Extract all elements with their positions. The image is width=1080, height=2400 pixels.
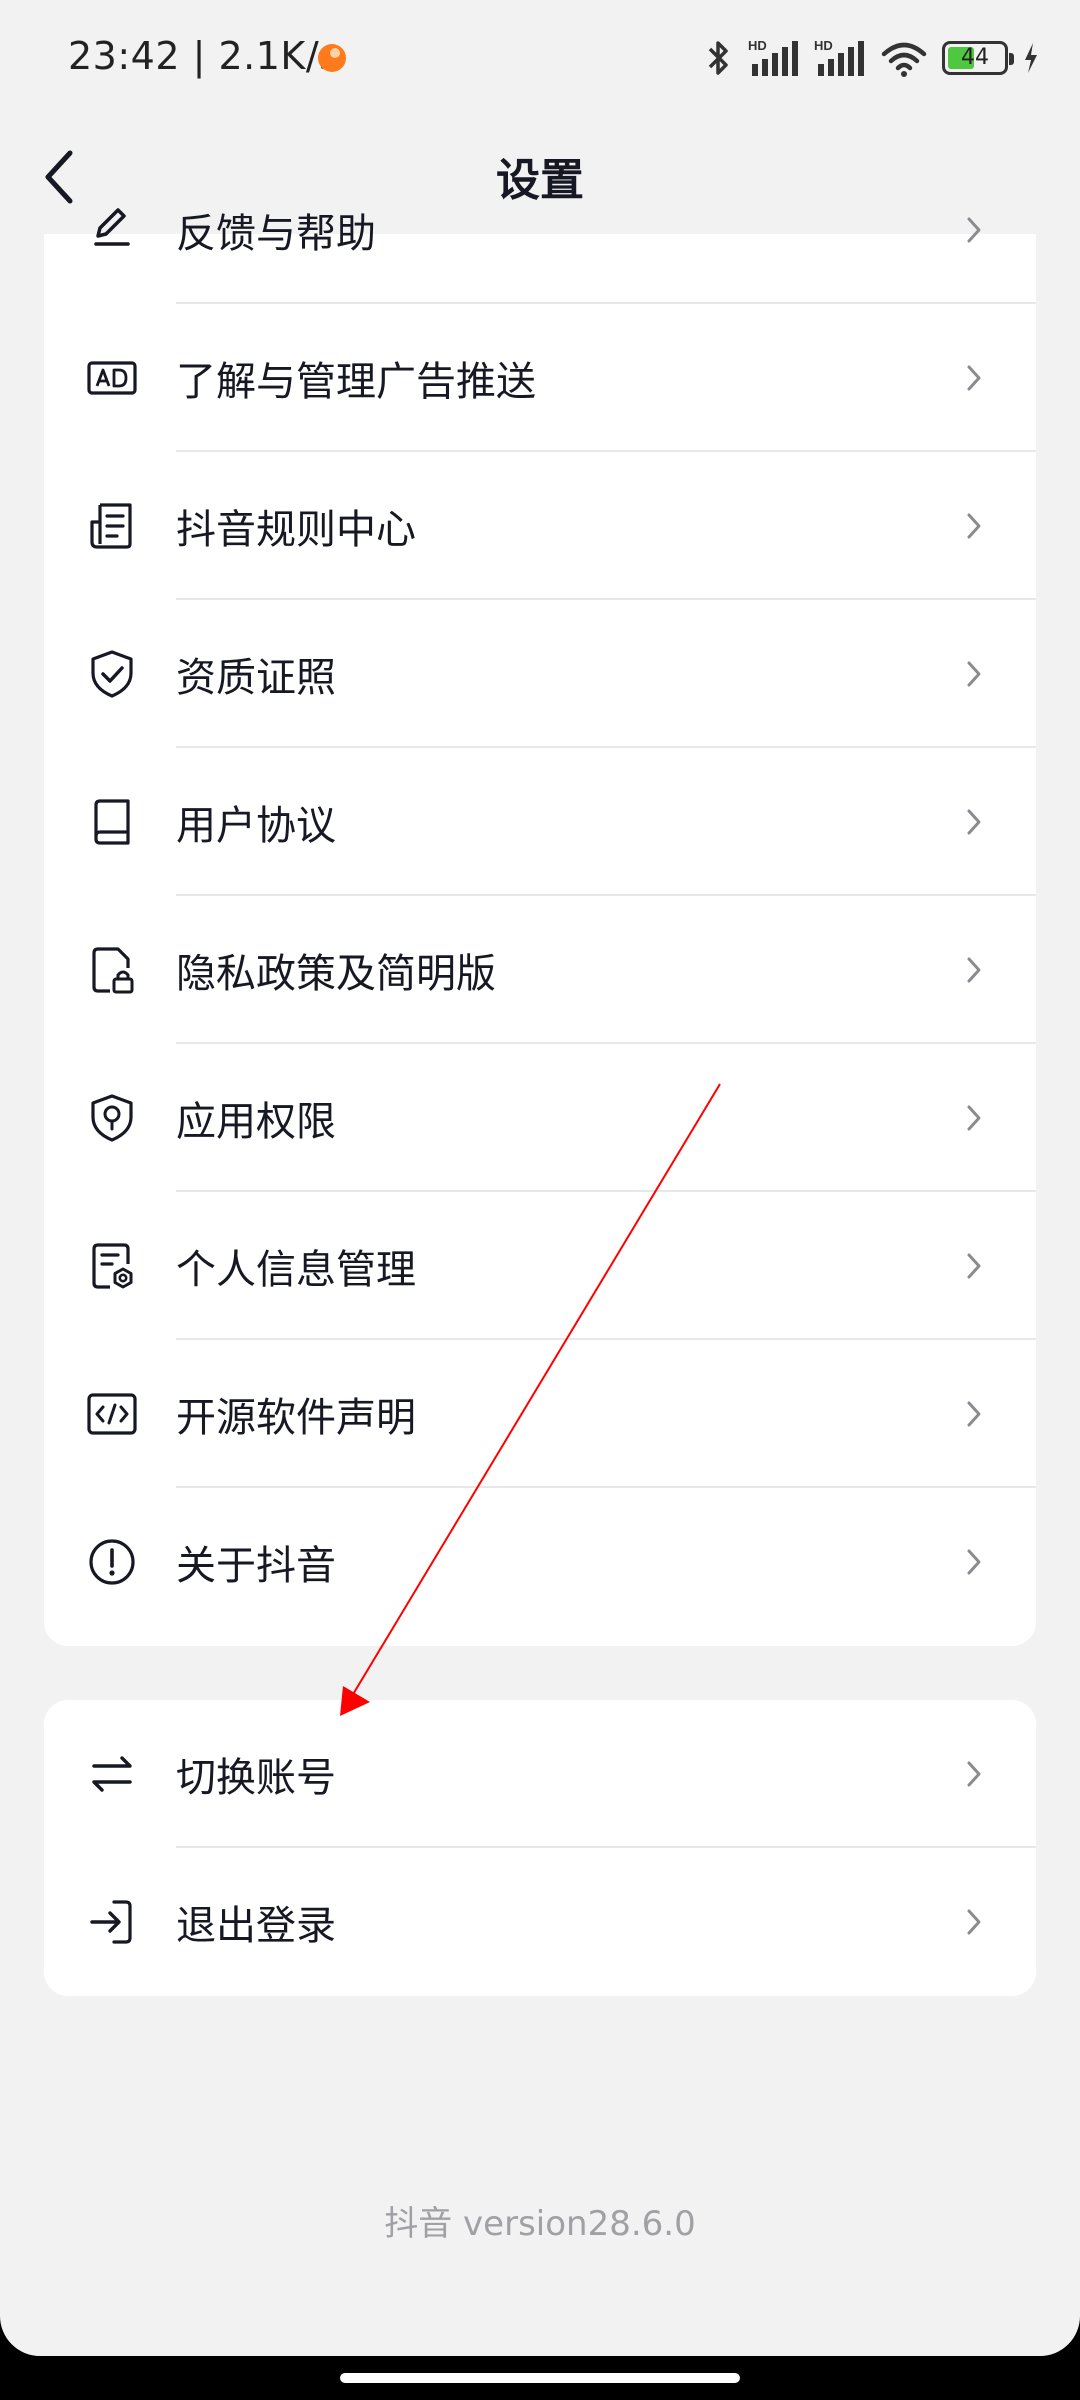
logout-icon: [90, 1900, 132, 1944]
signal-icon-2: HD: [814, 38, 864, 76]
feedback-icon: [94, 208, 130, 246]
book-icon: [94, 799, 130, 845]
settings-row-app-permissions[interactable]: 应用权限: [44, 1044, 1036, 1192]
settings-card: 反馈与帮助 了解与管理广告推送 抖音规则中心 资质证照 用户协议 隐私政策及简明…: [44, 208, 1036, 1646]
chevron-right-icon: [967, 957, 981, 983]
settings-row-label: 用户协议: [176, 803, 336, 849]
settings-row-label: 应用权限: [176, 1099, 336, 1145]
file-gear-icon: [92, 1243, 133, 1289]
signal-hd-label-2: HD: [814, 38, 833, 53]
chevron-right-icon: [967, 1549, 981, 1575]
settings-row-about[interactable]: 关于抖音: [44, 1488, 1036, 1636]
ad-icon: [87, 361, 137, 395]
chevron-right-icon: [967, 809, 981, 835]
settings-row-label: 切换账号: [176, 1755, 336, 1801]
settings-row-ad-management[interactable]: 了解与管理广告推送: [44, 304, 1036, 452]
status-bar: 23:42 | 2.1K/s HD HD 44: [0, 0, 1080, 118]
chevron-right-icon: [967, 1105, 981, 1131]
settings-row-qualifications[interactable]: 资质证照: [44, 600, 1036, 748]
settings-row-label: 个人信息管理: [176, 1247, 416, 1293]
info-circle-icon: [89, 1539, 135, 1585]
settings-row-user-agreement[interactable]: 用户协议: [44, 748, 1036, 896]
signal-icon: HD: [748, 38, 798, 76]
chevron-right-icon: [967, 513, 981, 539]
chevron-right-icon: [967, 1401, 981, 1427]
charging-icon: [1025, 43, 1037, 73]
battery-icon: 44: [942, 41, 1014, 75]
switch-account-row[interactable]: 切换账号: [44, 1700, 1036, 1848]
settings-row-label: 隐私政策及简明版: [176, 951, 496, 997]
logout-row[interactable]: 退出登录: [44, 1848, 1036, 1996]
notification-dot-icon: [318, 44, 346, 72]
settings-row-label: 退出登录: [176, 1903, 336, 1949]
settings-row-feedback[interactable]: 反馈与帮助: [44, 156, 1036, 304]
bluetooth-icon: [708, 41, 728, 75]
chevron-right-icon: [967, 217, 981, 243]
settings-row-label: 关于抖音: [176, 1543, 336, 1589]
chevron-right-icon: [967, 1909, 981, 1935]
settings-screen: 23:42 | 2.1K/s HD HD 44 设置 反馈与帮助 了解与管理广告…: [0, 0, 1080, 2356]
settings-row-personal-info[interactable]: 个人信息管理: [44, 1192, 1036, 1340]
battery-level: 44: [961, 45, 989, 70]
settings-row-rules-center[interactable]: 抖音规则中心: [44, 452, 1036, 600]
rules-document-icon: [90, 503, 132, 549]
account-card: 切换账号 退出登录: [44, 1700, 1036, 1996]
chevron-right-icon: [967, 1761, 981, 1787]
settings-row-label: 抖音规则中心: [176, 507, 416, 553]
shield-location-icon: [91, 1094, 133, 1142]
status-time: 23:42 | 2.1K/s: [68, 34, 340, 78]
settings-row-open-source[interactable]: 开源软件声明: [44, 1340, 1036, 1488]
chevron-right-icon: [967, 661, 981, 687]
wifi-icon: [881, 42, 927, 77]
home-indicator[interactable]: [340, 2373, 740, 2383]
settings-row-label: 反馈与帮助: [176, 211, 376, 257]
chevron-right-icon: [967, 365, 981, 391]
settings-row-label: 了解与管理广告推送: [176, 359, 536, 405]
signal-hd-label: HD: [748, 38, 767, 53]
switch-arrows-icon: [92, 1756, 132, 1792]
settings-row-label: 开源软件声明: [176, 1395, 416, 1441]
file-lock-icon: [92, 947, 134, 994]
chevron-right-icon: [967, 1253, 981, 1279]
app-version: 抖音 version28.6.0: [384, 2204, 696, 2244]
settings-row-privacy-policy[interactable]: 隐私政策及简明版: [44, 896, 1036, 1044]
code-icon: [87, 1393, 137, 1435]
status-icons: HD HD 44: [704, 36, 1040, 80]
settings-row-label: 资质证照: [176, 655, 336, 701]
shield-check-icon: [91, 650, 133, 698]
